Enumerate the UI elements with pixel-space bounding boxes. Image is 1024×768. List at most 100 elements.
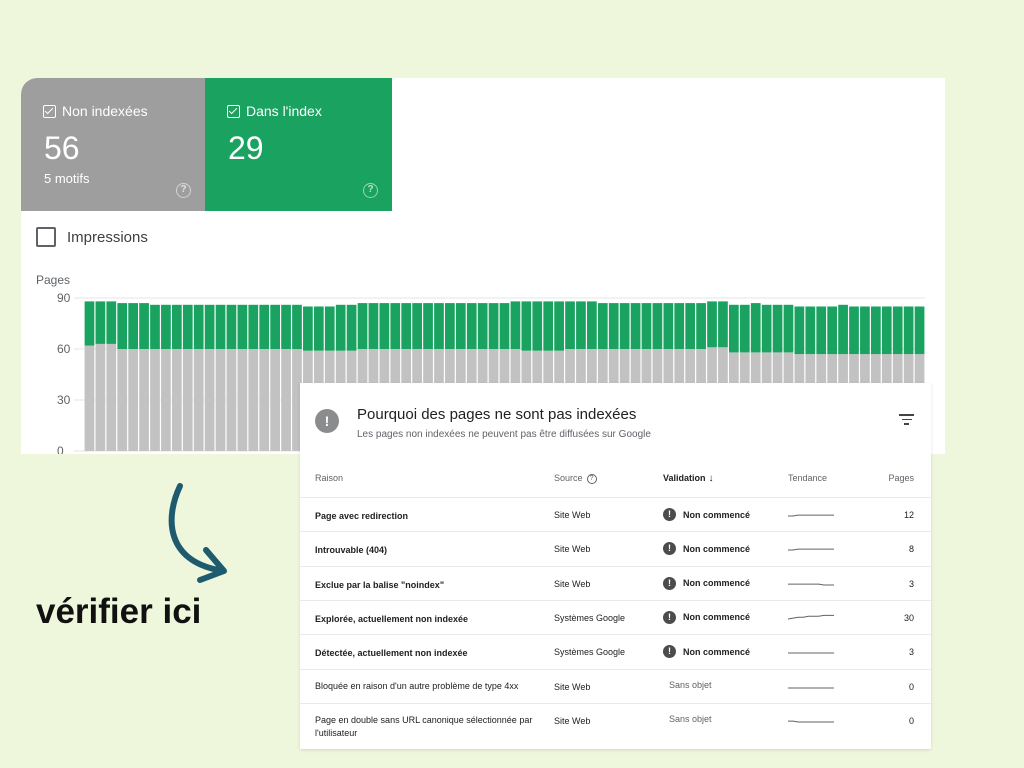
bar-indexed[interactable] (499, 303, 510, 349)
bar-not-indexed[interactable] (95, 343, 106, 451)
bar-indexed[interactable] (292, 304, 302, 349)
bar-not-indexed[interactable] (84, 345, 95, 451)
bar-indexed[interactable] (718, 301, 728, 348)
bar-indexed[interactable] (870, 306, 881, 355)
bar-indexed[interactable] (237, 304, 248, 349)
bar-indexed[interactable] (270, 304, 280, 349)
bar-indexed[interactable] (892, 306, 903, 355)
header-reason[interactable]: Raison (315, 473, 343, 483)
bar-indexed[interactable] (455, 303, 466, 349)
checkbox-checked-icon[interactable] (227, 104, 240, 118)
bar-indexed[interactable] (346, 304, 357, 351)
help-icon[interactable]: ? (586, 473, 597, 484)
bar-not-indexed[interactable] (193, 349, 204, 451)
bar-indexed[interactable] (510, 301, 521, 349)
bar-indexed[interactable] (750, 303, 761, 353)
bar-indexed[interactable] (204, 304, 215, 349)
table-row[interactable]: Introuvable (404) Site Web! Non commencé 8 (300, 531, 931, 565)
bar-not-indexed[interactable] (171, 349, 182, 451)
bar-indexed[interactable] (379, 303, 390, 349)
table-row[interactable]: Page avec redirection Site Web! Non commen… (300, 497, 931, 531)
indexed-tile[interactable]: Dans l'index 29 ? (205, 78, 392, 211)
bar-indexed[interactable] (641, 303, 652, 349)
bar-not-indexed[interactable] (150, 349, 160, 451)
bar-indexed[interactable] (477, 303, 488, 349)
bar-indexed[interactable] (248, 304, 259, 349)
bar-indexed[interactable] (827, 306, 838, 355)
bar-indexed[interactable] (445, 303, 455, 349)
bar-indexed[interactable] (543, 301, 554, 351)
table-row[interactable]: Bloquée en raison d'un autre problème de… (300, 668, 931, 703)
bar-indexed[interactable] (707, 301, 717, 348)
bar-indexed[interactable] (685, 303, 696, 349)
bar-indexed[interactable] (860, 306, 870, 355)
bar-indexed[interactable] (587, 301, 597, 349)
bar-indexed[interactable] (881, 306, 892, 355)
bar-indexed[interactable] (150, 304, 160, 349)
bar-indexed[interactable] (368, 303, 379, 349)
bar-indexed[interactable] (128, 303, 139, 349)
bar-indexed[interactable] (783, 304, 794, 353)
bar-indexed[interactable] (401, 303, 412, 349)
bar-not-indexed[interactable] (226, 349, 237, 451)
table-row[interactable]: Explorée, actuellement non indexée Systèm… (300, 599, 931, 634)
bar-indexed[interactable] (171, 304, 182, 349)
bar-indexed[interactable] (663, 303, 674, 349)
bar-not-indexed[interactable] (259, 349, 270, 451)
bar-indexed[interactable] (729, 304, 739, 353)
bar-indexed[interactable] (696, 303, 706, 349)
bar-not-indexed[interactable] (161, 349, 171, 451)
bar-indexed[interactable] (84, 301, 95, 346)
bar-not-indexed[interactable] (281, 349, 291, 451)
bar-not-indexed[interactable] (237, 349, 248, 451)
bar-indexed[interactable] (281, 304, 291, 349)
bar-not-indexed[interactable] (117, 349, 128, 451)
bar-indexed[interactable] (106, 301, 117, 344)
bar-indexed[interactable] (335, 304, 346, 351)
bar-indexed[interactable] (303, 306, 313, 351)
bar-indexed[interactable] (597, 303, 608, 349)
bar-indexed[interactable] (357, 303, 368, 349)
bar-indexed[interactable] (226, 304, 237, 349)
header-pages[interactable]: Pages (888, 473, 914, 483)
bar-indexed[interactable] (619, 303, 630, 349)
bar-indexed[interactable] (565, 301, 575, 349)
bar-indexed[interactable] (324, 306, 335, 351)
bar-not-indexed[interactable] (270, 349, 280, 451)
bar-indexed[interactable] (816, 306, 827, 355)
bar-indexed[interactable] (674, 303, 685, 349)
bar-indexed[interactable] (193, 304, 204, 349)
bar-not-indexed[interactable] (139, 349, 149, 451)
checkbox-unchecked-icon[interactable] (36, 227, 56, 247)
help-icon[interactable]: ? (363, 183, 378, 198)
help-icon[interactable]: ? (176, 183, 191, 198)
bar-indexed[interactable] (761, 304, 772, 353)
bar-indexed[interactable] (488, 303, 499, 349)
bar-indexed[interactable] (608, 303, 619, 349)
bar-indexed[interactable] (182, 304, 193, 349)
sort-down-icon[interactable]: ↓ (709, 473, 714, 484)
bar-indexed[interactable] (739, 304, 750, 353)
table-row[interactable]: Détectée, actuellement non indexée Systèm… (300, 634, 931, 668)
bar-not-indexed[interactable] (204, 349, 215, 451)
bar-indexed[interactable] (313, 306, 324, 351)
header-validation[interactable]: Validation ↓ (663, 473, 714, 484)
bar-indexed[interactable] (434, 303, 444, 349)
bar-indexed[interactable] (139, 303, 149, 349)
bar-indexed[interactable] (95, 301, 106, 344)
checkbox-checked-icon[interactable] (43, 104, 56, 118)
bar-indexed[interactable] (554, 301, 564, 351)
bar-indexed[interactable] (805, 306, 816, 355)
bar-indexed[interactable] (521, 301, 532, 351)
bar-not-indexed[interactable] (215, 349, 226, 451)
bar-indexed[interactable] (652, 303, 663, 349)
impressions-toggle[interactable]: Impressions (36, 227, 148, 247)
bar-not-indexed[interactable] (106, 343, 117, 451)
filter-icon[interactable] (899, 414, 914, 425)
bar-indexed[interactable] (423, 303, 433, 349)
bar-indexed[interactable] (630, 303, 641, 349)
bar-indexed[interactable] (772, 304, 783, 353)
bar-indexed[interactable] (903, 306, 914, 355)
bar-indexed[interactable] (794, 306, 805, 355)
table-row[interactable]: Exclue par la balise "noindex" Site Web! N… (300, 565, 931, 600)
